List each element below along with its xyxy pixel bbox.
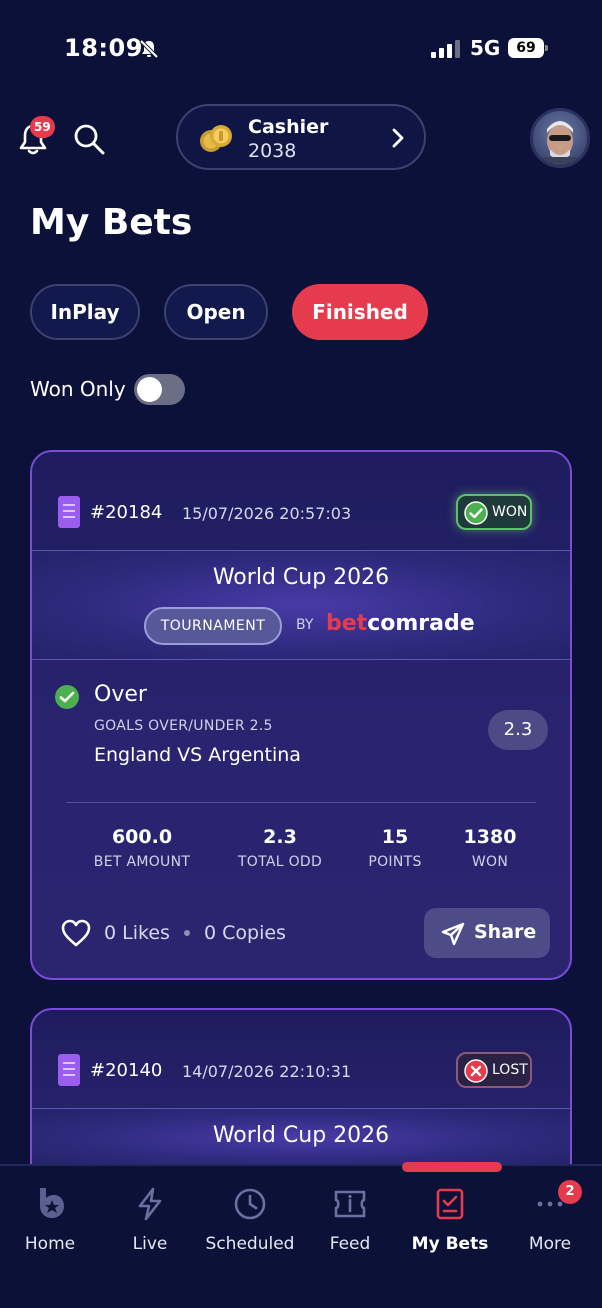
nav-live[interactable]: Live bbox=[100, 1186, 200, 1254]
tab-open[interactable]: Open bbox=[164, 284, 268, 340]
bet-date: 14/07/2026 22:10:31 bbox=[182, 1062, 352, 1081]
notification-badge: 59 bbox=[30, 116, 55, 138]
nav-feed[interactable]: Feed bbox=[300, 1186, 400, 1254]
share-label: Share bbox=[474, 921, 537, 943]
search-icon[interactable] bbox=[70, 120, 108, 158]
bet-card[interactable]: #20184 15/07/2026 20:57:03 WON World Cup… bbox=[30, 450, 572, 980]
bet-id: #20184 bbox=[90, 502, 163, 523]
coins-icon bbox=[200, 125, 232, 152]
network-label: 5G bbox=[470, 36, 501, 60]
won-only-label: Won Only bbox=[30, 377, 126, 401]
more-badge: 2 bbox=[558, 1180, 582, 1204]
heart-icon[interactable] bbox=[60, 918, 92, 948]
status-text: WON bbox=[492, 504, 528, 520]
tab-inplay[interactable]: InPlay bbox=[30, 284, 140, 340]
status-badge: LOST bbox=[456, 1052, 532, 1088]
home-icon bbox=[40, 1188, 64, 1218]
betcomrade-logo: betcomrade bbox=[326, 611, 475, 636]
event-title: World Cup 2026 bbox=[212, 565, 390, 590]
nav-scheduled[interactable]: Scheduled bbox=[200, 1186, 300, 1254]
send-icon bbox=[441, 922, 465, 946]
stat-points: 15 POINTS bbox=[368, 826, 422, 870]
event-title: World Cup 2026 bbox=[212, 1123, 390, 1148]
cashier-label: Cashier bbox=[248, 116, 329, 138]
page-title: My Bets bbox=[30, 202, 193, 243]
divider bbox=[66, 802, 536, 803]
copies-count: 0 Copies bbox=[204, 922, 286, 944]
tournament-tag: TOURNAMENT bbox=[144, 607, 282, 645]
avatar-image bbox=[539, 121, 581, 165]
user-avatar[interactable] bbox=[530, 108, 590, 168]
bets-icon bbox=[436, 1188, 464, 1220]
separator-dot bbox=[184, 930, 190, 936]
nav-more[interactable]: More bbox=[500, 1186, 600, 1254]
x-circle-icon bbox=[464, 1059, 488, 1083]
odd-badge: 2.3 bbox=[488, 710, 548, 750]
nav-my-bets[interactable]: My Bets bbox=[400, 1186, 500, 1254]
lightning-icon bbox=[138, 1187, 162, 1221]
cashier-button[interactable]: Cashier 2038 bbox=[176, 104, 426, 170]
status-bar: 18:09 5G 69 bbox=[0, 0, 602, 96]
chevron-right-icon bbox=[392, 128, 404, 148]
pick-won-icon bbox=[55, 685, 79, 709]
check-circle-icon bbox=[464, 501, 488, 525]
stat-total-odd: 2.3 TOTAL ODD bbox=[237, 826, 323, 870]
stat-won: 1380 WON bbox=[463, 826, 517, 870]
pick-name: Over bbox=[94, 682, 147, 707]
ticket-icon bbox=[58, 1054, 80, 1086]
stat-bet-amount: 600.0 BET AMOUNT bbox=[93, 826, 191, 870]
battery-icon: 69 bbox=[508, 38, 548, 58]
feed-icon bbox=[334, 1190, 366, 1218]
match-name: England VS Argentina bbox=[94, 744, 301, 766]
signal-icon bbox=[431, 40, 460, 58]
by-label: BY bbox=[296, 617, 314, 633]
status-text: LOST bbox=[492, 1062, 528, 1078]
event-banner: World Cup 2026 TOURNAMENT BY betcomrade bbox=[32, 550, 570, 660]
bell-muted-icon bbox=[139, 39, 159, 59]
active-tab-indicator bbox=[402, 1162, 502, 1172]
toggle-knob bbox=[137, 377, 162, 402]
bet-date: 15/07/2026 20:57:03 bbox=[182, 504, 352, 523]
cashier-amount: 2038 bbox=[248, 140, 297, 162]
nav-home[interactable]: Home bbox=[0, 1186, 100, 1254]
event-banner: World Cup 2026 bbox=[32, 1108, 570, 1168]
bet-id: #20140 bbox=[90, 1060, 163, 1081]
clock-icon bbox=[234, 1188, 266, 1220]
likes-count: 0 Likes bbox=[104, 922, 170, 944]
share-button[interactable]: Share bbox=[424, 908, 550, 958]
battery-level: 69 bbox=[508, 38, 544, 58]
status-badge: WON bbox=[456, 494, 532, 530]
bottom-nav: Home Live Scheduled Feed My Bets More bbox=[0, 1162, 602, 1308]
tab-finished[interactable]: Finished bbox=[292, 284, 428, 340]
status-time: 18:09 bbox=[64, 34, 143, 62]
ticket-icon bbox=[58, 496, 80, 528]
market-name: GOALS OVER/UNDER 2.5 bbox=[94, 718, 273, 734]
won-only-toggle[interactable] bbox=[134, 374, 185, 405]
